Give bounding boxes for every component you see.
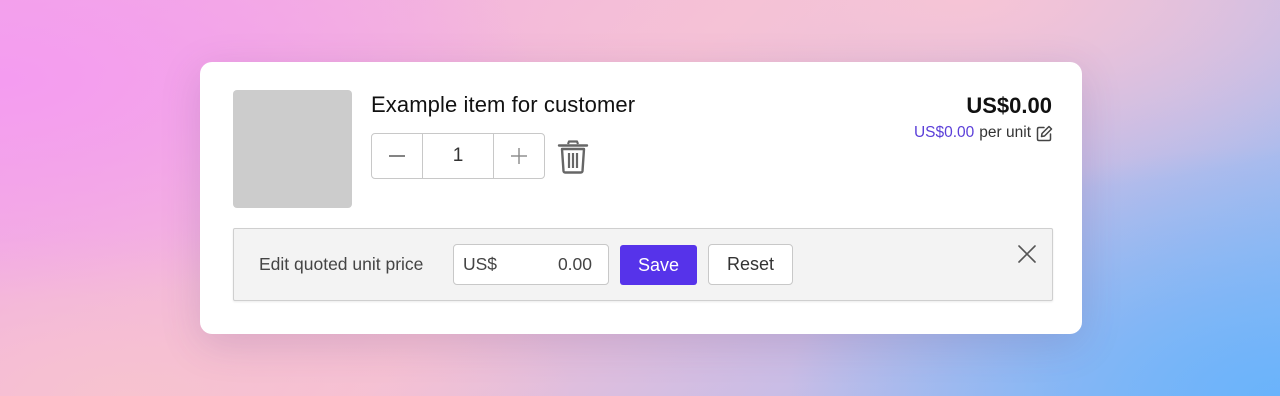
currency-prefix: US$ xyxy=(463,254,498,274)
minus-icon xyxy=(389,155,405,157)
edit-unit-price-panel: Edit quoted unit price US$ 0.00 Save Res… xyxy=(233,228,1053,301)
quantity-stepper: 1 xyxy=(371,133,545,179)
cart-item-card: Example item for customer 1 US$0.00 US$0… xyxy=(200,62,1082,334)
delete-item-button[interactable] xyxy=(557,140,589,174)
item-total-price: US$0.00 xyxy=(966,93,1052,118)
increment-button[interactable] xyxy=(494,134,544,178)
decrement-button[interactable] xyxy=(372,134,422,178)
unit-price-suffix: per unit xyxy=(979,124,1031,141)
quantity-value[interactable]: 1 xyxy=(422,134,494,178)
item-title: Example item for customer xyxy=(371,92,636,117)
close-edit-panel-button[interactable] xyxy=(1016,243,1038,265)
close-icon xyxy=(1018,245,1036,263)
edit-unit-price-button[interactable] xyxy=(1036,125,1053,142)
trash-icon xyxy=(557,140,589,174)
unit-price-input[interactable]: US$ 0.00 xyxy=(453,244,609,285)
unit-price-line: US$0.00 per unit xyxy=(914,124,1053,142)
plus-icon xyxy=(511,148,527,164)
edit-pencil-icon xyxy=(1036,125,1053,141)
unit-price-input-value[interactable]: 0.00 xyxy=(558,254,592,275)
item-thumbnail xyxy=(233,90,352,208)
unit-price: US$0.00 xyxy=(913,124,975,141)
save-button[interactable]: Save xyxy=(620,245,697,285)
reset-button[interactable]: Reset xyxy=(708,244,793,285)
edit-unit-price-label: Edit quoted unit price xyxy=(259,254,424,274)
